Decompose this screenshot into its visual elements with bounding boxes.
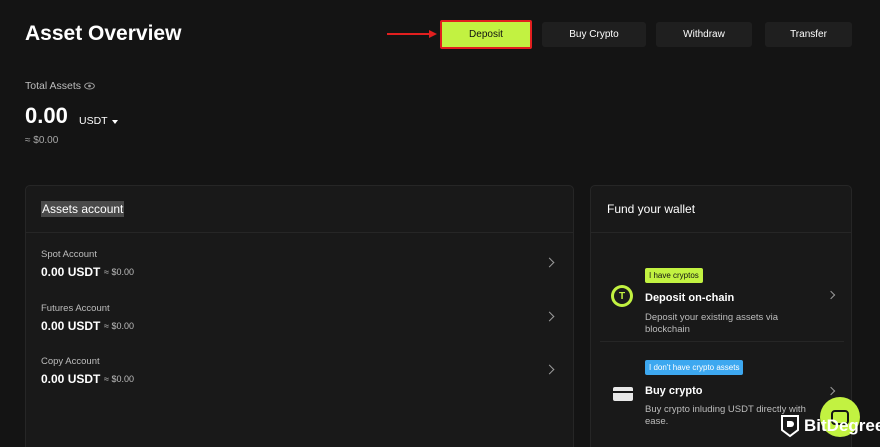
total-fiat-value: ≈ $0.00 xyxy=(25,135,59,146)
tether-icon: T xyxy=(611,285,633,307)
eye-icon[interactable] xyxy=(84,82,95,90)
account-label: Futures Account xyxy=(41,303,110,314)
total-amount: 0.00 xyxy=(25,103,68,128)
withdraw-button[interactable]: Withdraw xyxy=(656,22,752,47)
bitdegree-watermark: BitDegree xyxy=(780,414,880,438)
chevron-right-icon xyxy=(544,364,555,375)
caret-down-icon xyxy=(111,119,118,124)
tag-no-crypto: I don't have crypto assets xyxy=(645,360,744,375)
account-fiat: ≈ $0.00 xyxy=(104,374,134,384)
watermark-text: BitDegree xyxy=(804,416,880,435)
account-amount: 0.00 USDT xyxy=(41,265,101,279)
account-fiat: ≈ $0.00 xyxy=(104,267,134,277)
account-amount: 0.00 USDT xyxy=(41,319,101,333)
account-label: Copy Account xyxy=(41,356,100,367)
divider xyxy=(591,232,851,233)
assets-account-panel: Assets account Spot Account 0.00 USDT ≈ … xyxy=(25,185,574,447)
bitdegree-logo-icon xyxy=(781,415,799,438)
assets-account-title: Assets account xyxy=(41,201,125,217)
account-label: Spot Account xyxy=(41,249,97,260)
buy-crypto-button[interactable]: Buy Crypto xyxy=(542,22,646,47)
account-amount: 0.00 USDT xyxy=(41,372,101,386)
transfer-button[interactable]: Transfer xyxy=(765,22,852,47)
spot-account-row[interactable]: Spot Account 0.00 USDT ≈ $0.00 xyxy=(41,249,561,289)
fund-wallet-panel: Fund your wallet I have cryptos T Deposi… xyxy=(590,185,852,447)
chevron-right-icon xyxy=(544,257,555,268)
total-assets-label: Total Assets xyxy=(25,80,95,92)
deposit-button[interactable]: Deposit xyxy=(440,20,532,49)
page-title: Asset Overview xyxy=(25,22,182,45)
futures-account-row[interactable]: Futures Account 0.00 USDT ≈ $0.00 xyxy=(41,303,561,343)
account-fiat: ≈ $0.00 xyxy=(104,321,134,331)
divider xyxy=(26,232,573,233)
tag-have-cryptos: I have cryptos xyxy=(645,268,703,283)
deposit-on-chain-card[interactable]: I have cryptos T Deposit on-chain Deposi… xyxy=(600,252,844,342)
red-arrow-icon xyxy=(387,30,437,38)
card-description: Deposit your existing assets via blockch… xyxy=(645,312,779,335)
fund-wallet-title: Fund your wallet xyxy=(607,202,696,216)
chevron-right-icon xyxy=(544,311,555,322)
chevron-right-icon xyxy=(826,290,836,300)
total-assets-text: Total Assets xyxy=(25,80,82,92)
chevron-right-icon xyxy=(826,386,836,396)
card-title: Deposit on-chain xyxy=(645,292,735,304)
currency-label: USDT xyxy=(79,115,108,127)
currency-selector[interactable]: USDT xyxy=(79,115,118,127)
copy-account-row[interactable]: Copy Account 0.00 USDT ≈ $0.00 xyxy=(41,356,561,396)
card-title: Buy crypto xyxy=(645,385,703,397)
credit-card-icon xyxy=(613,387,633,401)
